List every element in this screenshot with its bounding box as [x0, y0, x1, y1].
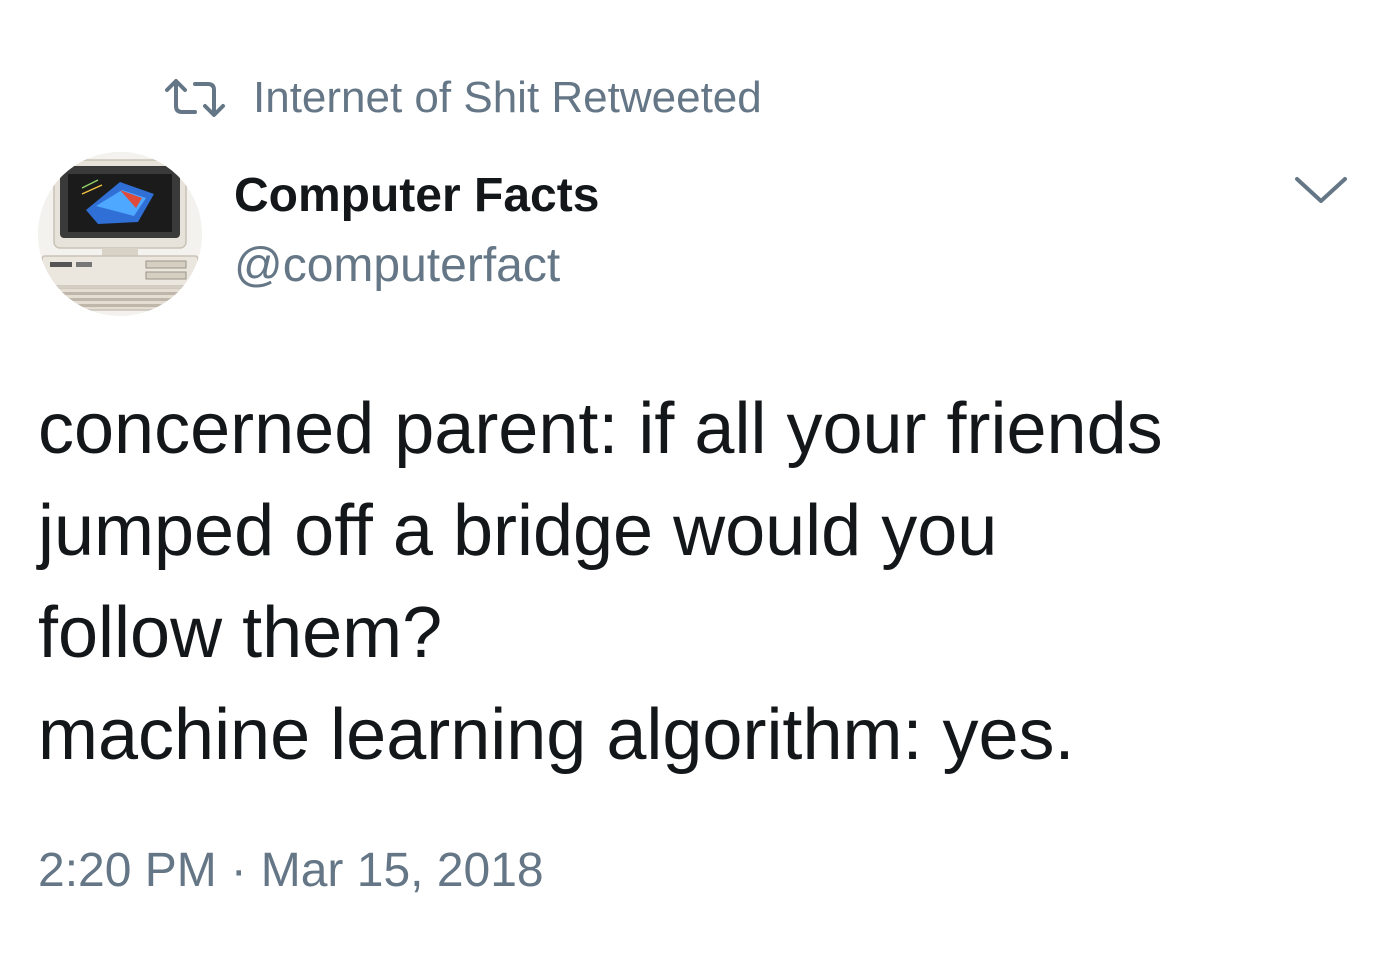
tweet-date: Mar 15, 2018 [260, 844, 544, 897]
author-block[interactable]: Computer Facts @computerfact [234, 166, 599, 296]
tweet-line: jumped off a bridge would you [38, 491, 998, 571]
tweet-line: concerned parent: if all your friends [38, 389, 1163, 469]
tweet-line: machine learning algorithm: yes. [38, 695, 1075, 775]
retweet-icon [163, 78, 227, 118]
avatar[interactable] [38, 152, 202, 316]
retweet-context[interactable]: Internet of Shit Retweeted [163, 70, 762, 126]
chevron-down-icon [1293, 175, 1349, 212]
display-name[interactable]: Computer Facts [234, 166, 599, 226]
tweet-timestamp[interactable]: 2:20 PM · Mar 15, 2018 [38, 838, 544, 904]
tweet-body: concerned parent: if all your friends ju… [38, 378, 1368, 786]
meta-separator: · [230, 844, 247, 897]
retweet-label: Internet of Shit Retweeted [253, 73, 762, 122]
tweet-time: 2:20 PM [38, 844, 217, 897]
tweet-line: follow them? [38, 593, 443, 673]
user-handle[interactable]: @computerfact [234, 236, 599, 296]
tweet-card: Internet of Shit Retweeted Computer Fact… [0, 0, 1396, 960]
tweet-menu-button[interactable] [1286, 168, 1356, 218]
